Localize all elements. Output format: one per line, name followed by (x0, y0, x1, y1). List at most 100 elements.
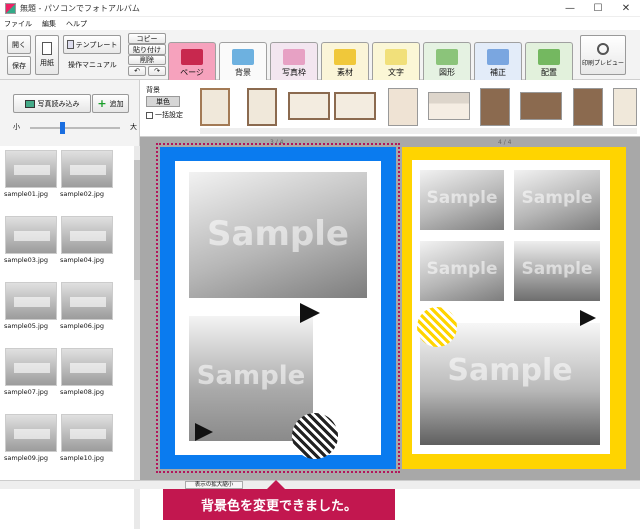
background-thumbnail[interactable] (247, 88, 277, 126)
photo-flowers[interactable]: Sample (189, 172, 367, 298)
print-preview-label: 印刷プレビュー (581, 60, 624, 67)
photo-thumbnail[interactable]: sample08.jpg (58, 348, 116, 396)
background-thumbnail[interactable] (388, 88, 418, 126)
left-page[interactable]: Sample Sample (160, 147, 396, 469)
undo-button[interactable]: ↶ (128, 66, 146, 76)
photo-thumbnail[interactable]: sample03.jpg (2, 216, 60, 264)
photo-sculpture[interactable]: Sample (514, 170, 600, 230)
tab-shape-label: 図形 (439, 68, 455, 77)
thumbnail-image (61, 216, 113, 254)
photo-field[interactable]: Sample (420, 241, 504, 301)
menu-edit[interactable]: 編集 (42, 19, 56, 29)
photo-import-button[interactable]: 写真読み込み (13, 94, 91, 113)
tab-photo-frame[interactable]: 写真枠 (270, 42, 318, 80)
zoom-large-label: 大 (130, 123, 137, 131)
photo-lake[interactable]: Sample (189, 316, 313, 441)
menu-file[interactable]: ファイル (4, 19, 32, 29)
background-strip: 背景 単色 一括設定 (140, 80, 640, 137)
save-button[interactable]: 保存 (7, 56, 31, 75)
open-button[interactable]: 開く (7, 35, 31, 54)
photo-thumbnail[interactable]: sample09.jpg (2, 414, 60, 462)
striped-circle-decoration (292, 413, 338, 459)
minimize-button[interactable]: — (556, 0, 584, 17)
photo-thumbnail[interactable]: sample10.jpg (58, 414, 116, 462)
copy-button[interactable]: コピー (128, 33, 166, 44)
print-preview-button[interactable]: 印刷プレビュー (580, 35, 626, 75)
photo-watermark: Sample (521, 188, 593, 208)
photo-thumbnail[interactable]: sample07.jpg (2, 348, 60, 396)
photo-thumbnail[interactable]: sample01.jpg (2, 150, 60, 198)
plus-icon: + (97, 97, 107, 110)
template-button[interactable]: テンプレート (63, 35, 121, 54)
instruction-banner: 背景色を変更できました。 (163, 480, 395, 520)
background-thumbnail[interactable] (288, 92, 330, 120)
bulk-setting-checkbox[interactable]: 一括設定 (146, 110, 183, 120)
status-bar: 表示の拡大縮小 (0, 480, 640, 489)
photo-thumbnail[interactable]: sample05.jpg (2, 282, 60, 330)
background-thumbnail[interactable] (334, 92, 376, 120)
thumbnail-label: sample10.jpg (60, 454, 105, 462)
photo-frame-icon (283, 49, 305, 65)
background-thumbnail[interactable] (200, 88, 230, 126)
app-icon (5, 2, 16, 14)
redo-button[interactable]: ↷ (148, 66, 166, 76)
manual-link[interactable]: 操作マニュアル (68, 60, 117, 70)
delete-button[interactable]: 削除 (128, 55, 166, 65)
thumbnail-image (5, 348, 57, 386)
zoom-slider[interactable] (30, 122, 120, 134)
tab-background[interactable]: 背景 (219, 42, 267, 80)
thumbnail-label: sample05.jpg (4, 322, 49, 330)
photo-watermark: Sample (426, 188, 498, 208)
template-icon (66, 40, 74, 49)
background-thumbnail[interactable] (428, 92, 470, 120)
tab-correction-label: 補正 (490, 68, 506, 77)
photo-thumbnail[interactable]: sample02.jpg (58, 150, 116, 198)
tab-shape[interactable]: 図形 (423, 42, 471, 80)
tab-text[interactable]: 文字 (372, 42, 420, 80)
thumbnail-image (5, 414, 57, 452)
thumbnail-image (5, 282, 57, 320)
layout-icon (538, 49, 560, 65)
toolbar: 開く 保存 用紙 テンプレート 操作マニュアル コピー 貼り付け 削除 ↶ ↷ … (0, 30, 640, 80)
background-thumbnail[interactable] (520, 92, 562, 120)
solid-color-button[interactable]: 単色 (146, 96, 180, 107)
tab-page[interactable]: ページ (168, 42, 216, 80)
tab-correction[interactable]: 補正 (474, 42, 522, 80)
tab-material[interactable]: 素材 (321, 42, 369, 80)
background-thumbnail[interactable] (613, 88, 637, 126)
title-bar: 無題 - パソコンでフォトアルバム — ☐ ✕ (0, 0, 640, 17)
magnifier-icon (597, 43, 609, 55)
close-button[interactable]: ✕ (612, 0, 640, 17)
maximize-button[interactable]: ☐ (584, 0, 612, 17)
zoom-control[interactable]: 表示の拡大縮小 (185, 481, 243, 489)
tab-material-label: 素材 (337, 68, 353, 77)
thumbnail-label: sample01.jpg (4, 190, 49, 198)
paste-button[interactable]: 貼り付け (128, 44, 166, 55)
window-title: 無題 - パソコンでフォトアルバム (20, 3, 140, 13)
photo-watermark: Sample (521, 259, 593, 279)
add-button[interactable]: + 追加 (92, 94, 129, 113)
background-thumbnail[interactable] (480, 88, 510, 126)
zoom-small-label: 小 (13, 123, 20, 131)
bg-strip-scrollbar[interactable] (200, 128, 637, 134)
thumbnail-image (61, 282, 113, 320)
paper-button[interactable]: 用紙 (35, 35, 59, 75)
menu-help[interactable]: ヘルプ (66, 19, 87, 29)
thumbnail-label: sample06.jpg (60, 322, 105, 330)
zoom-slider-thumb[interactable] (60, 122, 65, 134)
photo-thumbnail[interactable]: sample06.jpg (58, 282, 116, 330)
template-label: テンプレート (75, 40, 118, 49)
thumbnail-label: sample09.jpg (4, 454, 49, 462)
bg-heading: 背景 (146, 86, 160, 94)
photo-garden[interactable]: Sample (420, 170, 504, 230)
photo-shrine[interactable]: Sample (514, 241, 600, 301)
photo-thumbnail[interactable]: sample04.jpg (58, 216, 116, 264)
tab-background-label: 背景 (235, 68, 251, 77)
shape-icon (436, 49, 458, 65)
photo-watermark: Sample (207, 214, 349, 254)
tab-photo-frame-label: 写真枠 (282, 68, 306, 77)
tab-layout[interactable]: 配置 (525, 42, 573, 80)
right-page[interactable]: Sample Sample Sample Sample Sample (402, 147, 626, 469)
thumbnail-label: sample04.jpg (60, 256, 105, 264)
background-thumbnail[interactable] (573, 88, 603, 126)
